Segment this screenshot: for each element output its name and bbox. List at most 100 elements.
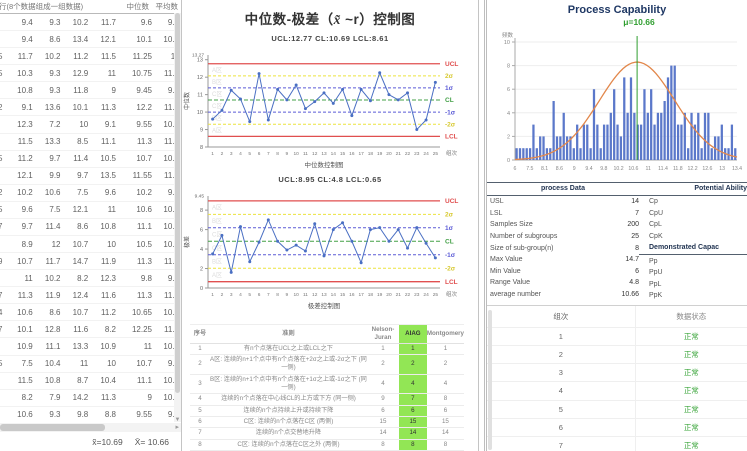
table-row[interactable]: 510.39.312.91110.7511.0 <box>0 65 181 82</box>
data-point[interactable] <box>211 252 214 255</box>
data-point[interactable] <box>378 71 381 74</box>
data-point[interactable] <box>248 260 251 263</box>
status-row[interactable]: 7正常 <box>487 437 747 451</box>
data-point[interactable] <box>415 226 418 229</box>
data-point[interactable] <box>434 81 437 84</box>
status-scrollbar-thumb[interactable] <box>488 310 492 450</box>
table-row[interactable]: 9.48.613.412.110.110.3 <box>0 31 181 48</box>
data-point[interactable] <box>267 118 270 121</box>
value-cell: 9.1 <box>5 103 33 112</box>
table-row[interactable]: 11.510.88.710.411.110.8 <box>0 373 181 390</box>
horizontal-scrollbar[interactable]: ▸ <box>0 423 181 432</box>
data-point[interactable] <box>341 88 344 91</box>
table-row[interactable]: 9.49.310.211.79.69.7 <box>0 14 181 31</box>
rules-cell: 7 <box>399 394 427 405</box>
table-row[interactable]: 12.19.99.713.511.5511.2 <box>0 168 181 185</box>
data-point[interactable] <box>276 88 279 91</box>
data-point[interactable] <box>267 218 270 221</box>
data-point[interactable] <box>313 222 316 225</box>
data-point[interactable] <box>230 89 233 92</box>
table-row[interactable]: 8.27.914.211.3910.0 <box>0 390 181 407</box>
data-point[interactable] <box>350 114 353 117</box>
table-row[interactable]: 511.710.211.211.511.2511 <box>0 48 181 65</box>
table-row[interactable]: 10.69.39.88.89.559.3 <box>0 407 181 424</box>
data-point[interactable] <box>285 249 288 252</box>
data-point[interactable] <box>323 254 326 257</box>
table-row[interactable]: 8.91210.71010.510.2 <box>0 236 181 253</box>
table-row[interactable]: 910.711.714.711.911.311.2 <box>0 253 181 270</box>
rules-cell: 4 <box>190 394 210 405</box>
data-point[interactable] <box>387 93 390 96</box>
data-point[interactable] <box>397 98 400 101</box>
data-point[interactable] <box>220 109 223 112</box>
data-point[interactable] <box>323 91 326 94</box>
horizontal-scrollbar-thumb[interactable] <box>0 424 105 431</box>
vertical-scrollbar-thumb[interactable] <box>175 13 180 393</box>
status-row[interactable]: 6正常 <box>487 419 747 437</box>
table-row[interactable]: 710.112.811.68.212.2511.8 <box>0 321 181 338</box>
status-row[interactable]: 2正常 <box>487 346 747 364</box>
x-tick-label: 10 <box>293 151 299 157</box>
scroll-right-icon[interactable]: ▸ <box>175 423 179 432</box>
data-point[interactable] <box>341 221 344 224</box>
data-point[interactable] <box>258 241 261 244</box>
x-tick-label: 23 <box>414 151 420 157</box>
rules-column-header: Montgomery <box>427 325 464 344</box>
rules-cell: C区: 连续的n个点落在C区 (两侧) <box>210 417 367 428</box>
data-point[interactable] <box>304 250 307 253</box>
status-row[interactable]: 5正常 <box>487 401 747 419</box>
table-row[interactable]: 59.67.512.11110.610.0 <box>0 202 181 219</box>
data-point[interactable] <box>332 228 335 231</box>
median-control-chart: 891011121313.27UCL2σ1σCL-1σ-2σLCLA区B区C区C… <box>182 49 476 173</box>
table-row[interactable]: 11.513.38.511.111.311.1 <box>0 134 181 151</box>
data-point[interactable] <box>285 98 288 101</box>
data-point[interactable] <box>276 240 279 243</box>
data-point[interactable] <box>313 100 316 103</box>
table-row[interactable]: 511.29.711.410.510.710.6 <box>0 151 181 168</box>
table-row[interactable]: 210.210.67.59.610.29.9 <box>0 185 181 202</box>
data-point[interactable] <box>211 118 214 121</box>
table-row[interactable]: 79.711.48.610.811.110.7 <box>0 219 181 236</box>
data-point[interactable] <box>304 107 307 110</box>
data-point[interactable] <box>295 244 298 247</box>
data-point[interactable] <box>239 225 242 228</box>
table-row[interactable]: 10.89.311.899.459.8 <box>0 82 181 99</box>
data-point[interactable] <box>369 228 372 231</box>
data-point[interactable] <box>248 120 251 123</box>
data-point[interactable] <box>239 97 242 100</box>
table-row[interactable]: 711.311.912.411.611.311.2 <box>0 287 181 304</box>
data-point[interactable] <box>230 271 233 274</box>
data-point[interactable] <box>369 99 372 102</box>
table-row[interactable]: 1110.28.212.39.89.8 <box>0 270 181 287</box>
data-point[interactable] <box>332 102 335 105</box>
data-point[interactable] <box>220 234 223 237</box>
table-row[interactable]: 29.113.610.111.312.211.8 <box>0 99 181 116</box>
x-tick-label: 11.8 <box>673 166 683 172</box>
status-row[interactable]: 1正常 <box>487 328 747 346</box>
data-point[interactable] <box>406 91 409 94</box>
data-point[interactable] <box>397 228 400 231</box>
data-point[interactable] <box>360 261 363 264</box>
status-row[interactable]: 4正常 <box>487 382 747 400</box>
median-cell: 10.2 <box>116 188 152 197</box>
value-cell: 8.2 <box>88 325 116 334</box>
data-point[interactable] <box>378 226 381 229</box>
status-row[interactable]: 3正常 <box>487 364 747 382</box>
data-point[interactable] <box>425 118 428 121</box>
data-point[interactable] <box>258 72 261 75</box>
vertical-scrollbar[interactable]: ▼ <box>174 13 181 422</box>
data-point[interactable] <box>387 240 390 243</box>
data-point[interactable] <box>295 84 298 87</box>
table-row[interactable]: 12.37.2109.19.5510.3 <box>0 116 181 133</box>
data-point[interactable] <box>406 247 409 250</box>
data-point[interactable] <box>425 242 428 245</box>
table-row[interactable]: 410.68.610.711.210.6510.7 <box>0 304 181 321</box>
data-point[interactable] <box>360 88 363 91</box>
data-point[interactable] <box>434 256 437 259</box>
data-point[interactable] <box>350 240 353 243</box>
table-row[interactable]: 10.911.113.310.91110.8 <box>0 338 181 355</box>
value-cell: 8.8 <box>88 410 116 419</box>
data-point[interactable] <box>415 128 418 131</box>
table-row[interactable]: 57.510.4111010.79.9 <box>0 356 181 373</box>
process-data-label: Samples Size <box>487 221 599 228</box>
